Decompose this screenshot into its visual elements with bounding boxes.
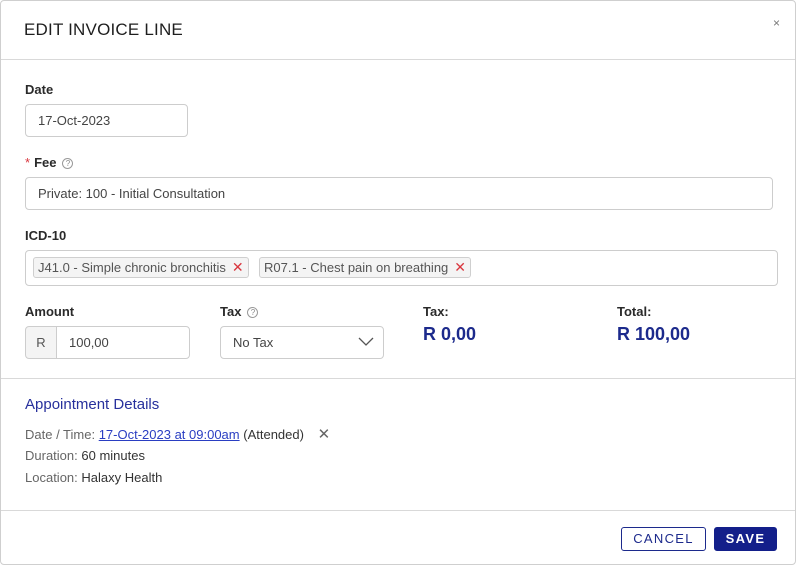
icd10-multiselect[interactable]: J41.0 - Simple chronic bronchitis ✕ R07.1… xyxy=(25,250,778,286)
fee-label: Fee xyxy=(34,155,57,170)
appointment-details-title: Appointment Details xyxy=(25,396,160,413)
help-icon[interactable]: ? xyxy=(247,307,259,318)
edit-invoice-line-dialog: EDIT INVOICE LINE × Date 17-Oct-2023 * Fe… xyxy=(0,0,796,565)
appointment-datetime-link[interactable]: 17-Oct-2023 at 09:00am xyxy=(99,427,240,442)
fee-label-row: * Fee? xyxy=(25,155,74,170)
fee-select[interactable]: Private: 100 - Initial Consultation xyxy=(25,177,773,210)
date-label: Date xyxy=(25,82,54,97)
icd10-label: ICD-10 xyxy=(25,228,67,243)
remove-appointment-icon[interactable]: ✕ xyxy=(318,426,331,443)
appointment-duration-row: Duration: 60 minutes xyxy=(25,448,145,463)
tax-label: Tax xyxy=(220,304,242,319)
remove-tag-icon[interactable]: ✕ xyxy=(232,259,244,275)
duration-label: Duration: xyxy=(25,448,78,463)
location-label: Location: xyxy=(25,470,78,485)
tax-label-row: Tax? xyxy=(220,304,259,319)
tax-total-value: R 0,00 xyxy=(423,324,477,344)
location-value: Halaxy Health xyxy=(81,470,163,485)
dialog-header: EDIT INVOICE LINE × xyxy=(1,1,795,60)
tax-total-label: Tax: xyxy=(423,304,449,319)
icd10-tag-text: R07.1 - Chest pain on breathing xyxy=(264,260,449,275)
dialog-title: EDIT INVOICE LINE xyxy=(24,20,183,39)
appointment-status: (Attended) xyxy=(243,427,304,442)
tax-select-value: No Tax xyxy=(233,335,274,350)
tax-select[interactable]: No Tax xyxy=(220,326,384,359)
amount-label: Amount xyxy=(25,304,75,319)
chevron-down-icon xyxy=(358,337,374,346)
appointment-location-row: Location: Halaxy Health xyxy=(25,470,162,485)
duration-value: 60 minutes xyxy=(81,448,145,463)
amount-input[interactable]: 100,00 xyxy=(56,326,190,359)
date-input[interactable]: 17-Oct-2023 xyxy=(25,104,188,137)
close-icon[interactable]: × xyxy=(773,17,780,29)
cancel-button[interactable]: CANCEL xyxy=(621,527,706,551)
icd10-tag-text: J41.0 - Simple chronic bronchitis xyxy=(38,260,226,275)
save-button[interactable]: SAVE xyxy=(714,527,777,551)
appointment-datetime-row: Date / Time: 17-Oct-2023 at 09:00am (Att… xyxy=(25,425,330,443)
datetime-label: Date / Time: xyxy=(25,427,96,442)
total-label: Total: xyxy=(617,304,652,319)
remove-tag-icon[interactable]: ✕ xyxy=(454,259,466,275)
section-divider xyxy=(1,378,795,379)
total-value: R 100,00 xyxy=(617,324,691,344)
help-icon[interactable]: ? xyxy=(62,158,74,169)
icd10-tag: J41.0 - Simple chronic bronchitis ✕ xyxy=(33,257,249,278)
currency-prefix: R xyxy=(25,326,57,359)
icd10-tag: R07.1 - Chest pain on breathing ✕ xyxy=(259,257,472,278)
required-marker: * xyxy=(25,155,31,170)
footer-divider xyxy=(1,510,795,511)
